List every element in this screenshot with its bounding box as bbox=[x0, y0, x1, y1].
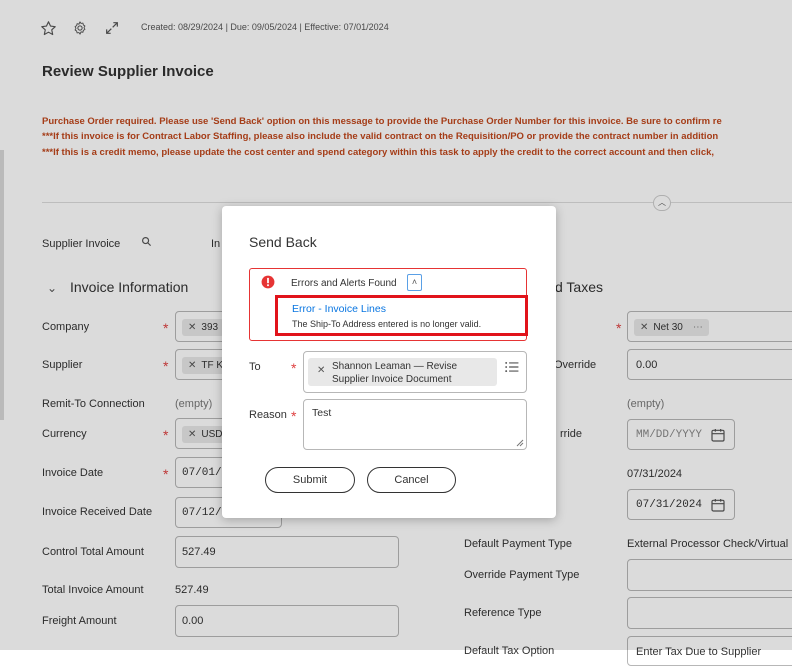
error-message: The Ship-To Address entered is no longer… bbox=[292, 319, 482, 329]
resize-handle-icon[interactable] bbox=[516, 439, 524, 447]
send-back-dialog: Send Back Errors and Alerts Found ˄ Erro… bbox=[222, 206, 556, 518]
recipient-line-1: Shannon Leaman — Revise bbox=[332, 361, 458, 372]
cancel-button[interactable]: Cancel bbox=[367, 467, 456, 493]
submit-button[interactable]: Submit bbox=[265, 467, 355, 493]
errors-header: Errors and Alerts Found bbox=[291, 278, 397, 289]
list-icon[interactable] bbox=[505, 361, 519, 373]
to-input[interactable]: ✕ Shannon Leaman — Revise Supplier Invoi… bbox=[303, 351, 527, 393]
to-label: To bbox=[249, 361, 261, 373]
reason-textarea[interactable]: Test bbox=[303, 399, 527, 450]
error-link[interactable]: Error - Invoice Lines bbox=[292, 303, 386, 315]
remove-icon[interactable]: ✕ bbox=[317, 365, 325, 376]
error-icon bbox=[261, 275, 275, 289]
required-marker: * bbox=[291, 408, 297, 424]
reason-label: Reason bbox=[249, 409, 287, 421]
dialog-title: Send Back bbox=[249, 234, 317, 250]
reason-value: Test bbox=[312, 407, 332, 419]
error-highlight: Error - Invoice Lines The Ship-To Addres… bbox=[275, 295, 528, 336]
recipient-pill: ✕ Shannon Leaman — Revise Supplier Invoi… bbox=[308, 358, 497, 386]
recipient-line-2: Supplier Invoice Document bbox=[332, 374, 452, 385]
collapse-caret-icon[interactable]: ˄ bbox=[407, 274, 422, 291]
required-marker: * bbox=[291, 360, 297, 376]
